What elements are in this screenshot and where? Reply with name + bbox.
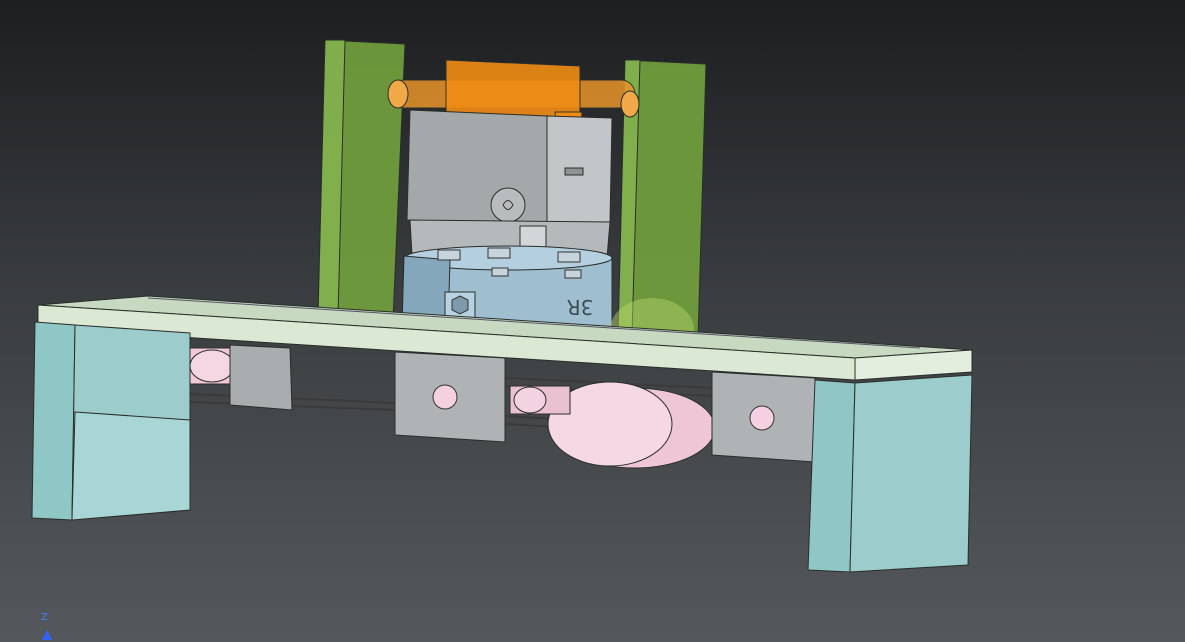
axis-triad bbox=[42, 630, 52, 640]
end-block-left[interactable] bbox=[31, 321, 191, 521]
pink-pulley-left[interactable] bbox=[189, 344, 293, 411]
gray-housing[interactable] bbox=[406, 109, 613, 261]
green-upright-left[interactable] bbox=[317, 39, 406, 321]
pulley-block-center[interactable] bbox=[394, 351, 506, 443]
3d-viewport[interactable]: 3R bbox=[0, 0, 1185, 642]
axis-z-label: Z bbox=[41, 612, 48, 623]
chuck-emboss-text: 3R bbox=[567, 295, 594, 319]
assembly-model[interactable]: 3R bbox=[0, 0, 1185, 642]
end-block-right[interactable] bbox=[807, 374, 973, 573]
pulley-block-right[interactable] bbox=[711, 371, 816, 463]
